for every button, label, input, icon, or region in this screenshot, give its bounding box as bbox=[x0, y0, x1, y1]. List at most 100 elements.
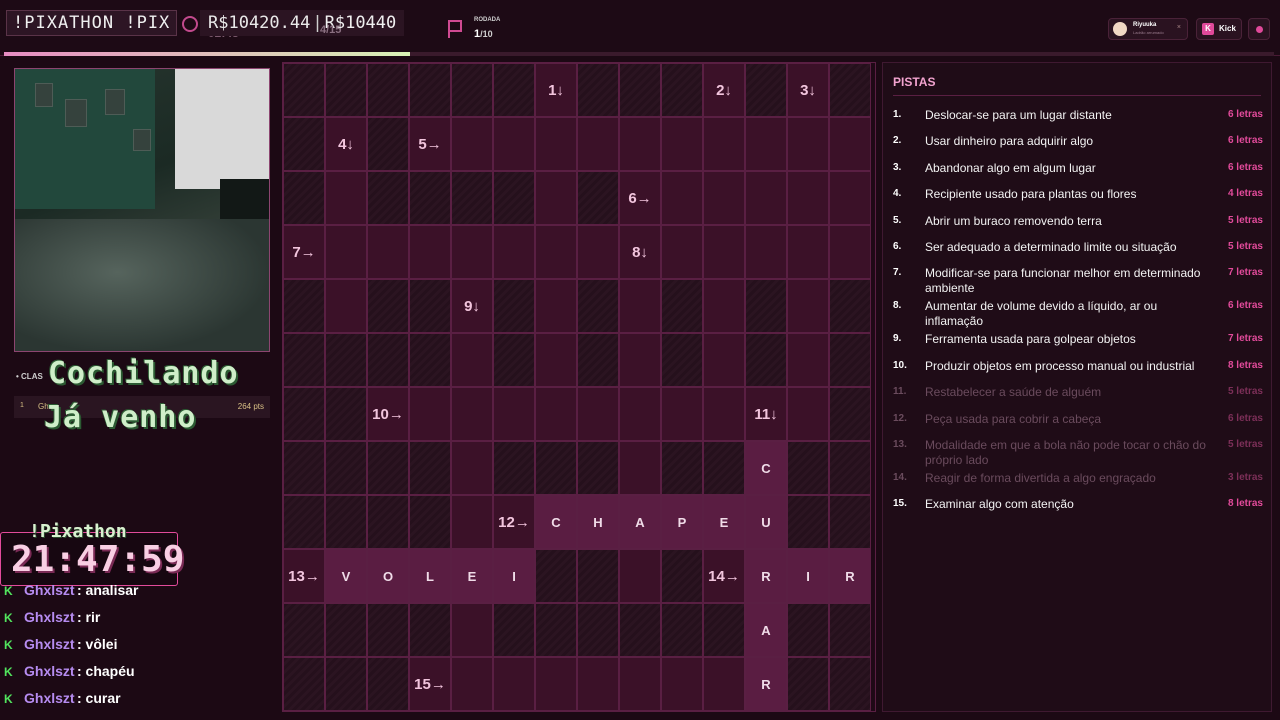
grid-letter-cell[interactable]: A bbox=[745, 603, 787, 657]
grid-clue-number[interactable]: 4↓ bbox=[325, 117, 367, 171]
grid-cell[interactable] bbox=[577, 441, 619, 495]
grid-cell[interactable] bbox=[493, 117, 535, 171]
grid-cell[interactable] bbox=[829, 495, 871, 549]
grid-cell[interactable] bbox=[409, 63, 451, 117]
grid-cell[interactable] bbox=[787, 225, 829, 279]
grid-cell[interactable] bbox=[745, 117, 787, 171]
grid-cell[interactable] bbox=[283, 171, 325, 225]
grid-cell[interactable] bbox=[577, 279, 619, 333]
grid-cell[interactable] bbox=[745, 63, 787, 117]
grid-cell[interactable] bbox=[367, 279, 409, 333]
grid-clue-number[interactable]: 5→ bbox=[409, 117, 451, 171]
grid-cell[interactable] bbox=[451, 441, 493, 495]
grid-cell[interactable] bbox=[661, 225, 703, 279]
grid-cell[interactable] bbox=[451, 495, 493, 549]
grid-cell[interactable] bbox=[577, 117, 619, 171]
grid-cell[interactable] bbox=[367, 495, 409, 549]
grid-cell[interactable] bbox=[367, 117, 409, 171]
chat-user[interactable]: Ghxlszt bbox=[24, 582, 75, 598]
grid-cell[interactable] bbox=[283, 441, 325, 495]
grid-cell[interactable] bbox=[577, 387, 619, 441]
grid-letter-cell[interactable]: P bbox=[661, 495, 703, 549]
grid-cell[interactable] bbox=[325, 657, 367, 711]
grid-cell[interactable] bbox=[409, 333, 451, 387]
grid-cell[interactable] bbox=[283, 117, 325, 171]
grid-cell[interactable] bbox=[787, 495, 829, 549]
chat-user[interactable]: Ghxlszt bbox=[24, 690, 75, 706]
grid-letter-cell[interactable]: L bbox=[409, 549, 451, 603]
grid-cell[interactable] bbox=[661, 441, 703, 495]
grid-cell[interactable] bbox=[325, 441, 367, 495]
grid-cell[interactable] bbox=[535, 225, 577, 279]
grid-clue-number[interactable]: 2↓ bbox=[703, 63, 745, 117]
chat-user[interactable]: Ghxlszt bbox=[24, 663, 75, 679]
grid-cell[interactable] bbox=[493, 171, 535, 225]
grid-cell[interactable] bbox=[409, 495, 451, 549]
theme-button[interactable] bbox=[1248, 18, 1270, 40]
grid-cell[interactable] bbox=[493, 63, 535, 117]
grid-cell[interactable] bbox=[661, 117, 703, 171]
grid-cell[interactable] bbox=[787, 387, 829, 441]
grid-clue-number[interactable]: 8↓ bbox=[619, 225, 661, 279]
grid-letter-cell[interactable]: U bbox=[745, 495, 787, 549]
grid-cell[interactable] bbox=[409, 603, 451, 657]
grid-cell[interactable] bbox=[325, 495, 367, 549]
grid-cell[interactable] bbox=[325, 63, 367, 117]
grid-cell[interactable] bbox=[535, 549, 577, 603]
grid-cell[interactable] bbox=[703, 387, 745, 441]
grid-cell[interactable] bbox=[661, 549, 703, 603]
grid-clue-number[interactable]: 7→ bbox=[283, 225, 325, 279]
grid-cell[interactable] bbox=[535, 333, 577, 387]
grid-cell[interactable] bbox=[661, 657, 703, 711]
grid-cell[interactable] bbox=[829, 603, 871, 657]
grid-cell[interactable] bbox=[703, 117, 745, 171]
grid-cell[interactable] bbox=[535, 117, 577, 171]
grid-cell[interactable] bbox=[283, 279, 325, 333]
kick-button[interactable]: K Kick bbox=[1196, 18, 1242, 40]
grid-letter-cell[interactable]: E bbox=[451, 549, 493, 603]
grid-cell[interactable] bbox=[493, 279, 535, 333]
grid-cell[interactable] bbox=[577, 603, 619, 657]
grid-clue-number[interactable]: 3↓ bbox=[787, 63, 829, 117]
grid-cell[interactable] bbox=[745, 279, 787, 333]
grid-cell[interactable] bbox=[535, 441, 577, 495]
grid-cell[interactable] bbox=[619, 657, 661, 711]
grid-cell[interactable] bbox=[451, 657, 493, 711]
grid-clue-number[interactable]: 9↓ bbox=[451, 279, 493, 333]
grid-cell[interactable] bbox=[409, 171, 451, 225]
grid-cell[interactable] bbox=[325, 387, 367, 441]
grid-cell[interactable] bbox=[451, 117, 493, 171]
grid-cell[interactable] bbox=[577, 657, 619, 711]
grid-clue-number[interactable]: 14→ bbox=[703, 549, 745, 603]
grid-clue-number[interactable]: 6→ bbox=[619, 171, 661, 225]
grid-letter-cell[interactable]: R bbox=[745, 657, 787, 711]
grid-cell[interactable] bbox=[367, 171, 409, 225]
grid-clue-number[interactable]: 13→ bbox=[283, 549, 325, 603]
grid-cell[interactable] bbox=[703, 279, 745, 333]
grid-cell[interactable] bbox=[451, 387, 493, 441]
grid-cell[interactable] bbox=[535, 603, 577, 657]
grid-cell[interactable] bbox=[367, 657, 409, 711]
grid-cell[interactable] bbox=[577, 171, 619, 225]
grid-cell[interactable] bbox=[661, 279, 703, 333]
grid-cell[interactable] bbox=[619, 603, 661, 657]
grid-cell[interactable] bbox=[577, 63, 619, 117]
grid-cell[interactable] bbox=[787, 279, 829, 333]
grid-cell[interactable] bbox=[661, 603, 703, 657]
grid-cell[interactable] bbox=[493, 657, 535, 711]
grid-cell[interactable] bbox=[451, 603, 493, 657]
grid-cell[interactable] bbox=[787, 117, 829, 171]
grid-cell[interactable] bbox=[619, 63, 661, 117]
grid-cell[interactable] bbox=[409, 387, 451, 441]
grid-cell[interactable] bbox=[703, 333, 745, 387]
grid-letter-cell[interactable]: C bbox=[535, 495, 577, 549]
grid-cell[interactable] bbox=[493, 333, 535, 387]
grid-cell[interactable] bbox=[745, 225, 787, 279]
grid-cell[interactable] bbox=[451, 333, 493, 387]
grid-cell[interactable] bbox=[325, 603, 367, 657]
grid-cell[interactable] bbox=[703, 441, 745, 495]
grid-cell[interactable] bbox=[829, 117, 871, 171]
grid-cell[interactable] bbox=[283, 387, 325, 441]
grid-cell[interactable] bbox=[535, 387, 577, 441]
grid-cell[interactable] bbox=[829, 171, 871, 225]
